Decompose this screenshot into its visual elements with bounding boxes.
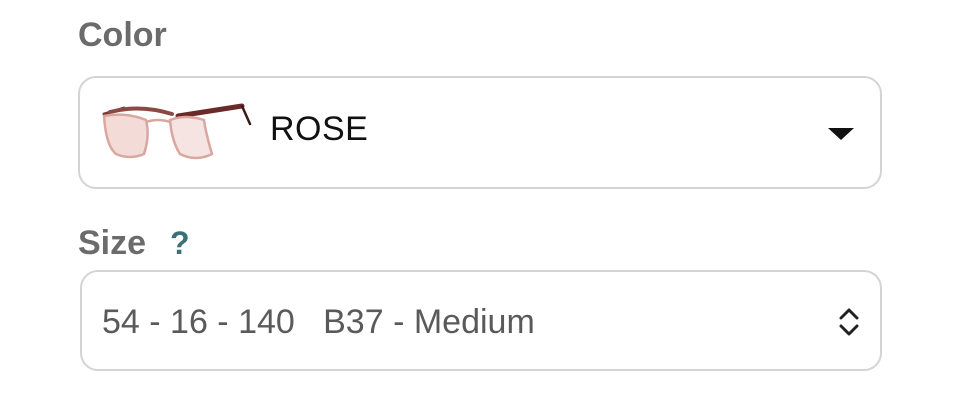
selected-size-text: 54 - 16 - 140 B37 - Medium — [102, 303, 535, 341]
color-select[interactable]: ROSE — [78, 76, 882, 189]
product-options-panel: Color ROSE Size ? 54 - 16 - 140 B37 - Me… — [0, 0, 960, 407]
size-select[interactable]: 54 - 16 - 140 B37 - Medium — [80, 270, 882, 371]
color-label: Color — [78, 16, 167, 54]
size-label: Size — [78, 224, 147, 262]
eyeglasses-thumbnail-icon — [102, 103, 252, 160]
size-label-row: Size ? — [78, 226, 190, 260]
caret-down-icon — [828, 128, 854, 140]
selected-color-text: ROSE — [270, 110, 369, 148]
chevron-up-down-icon — [839, 308, 859, 336]
size-help-icon[interactable]: ? — [170, 227, 190, 259]
